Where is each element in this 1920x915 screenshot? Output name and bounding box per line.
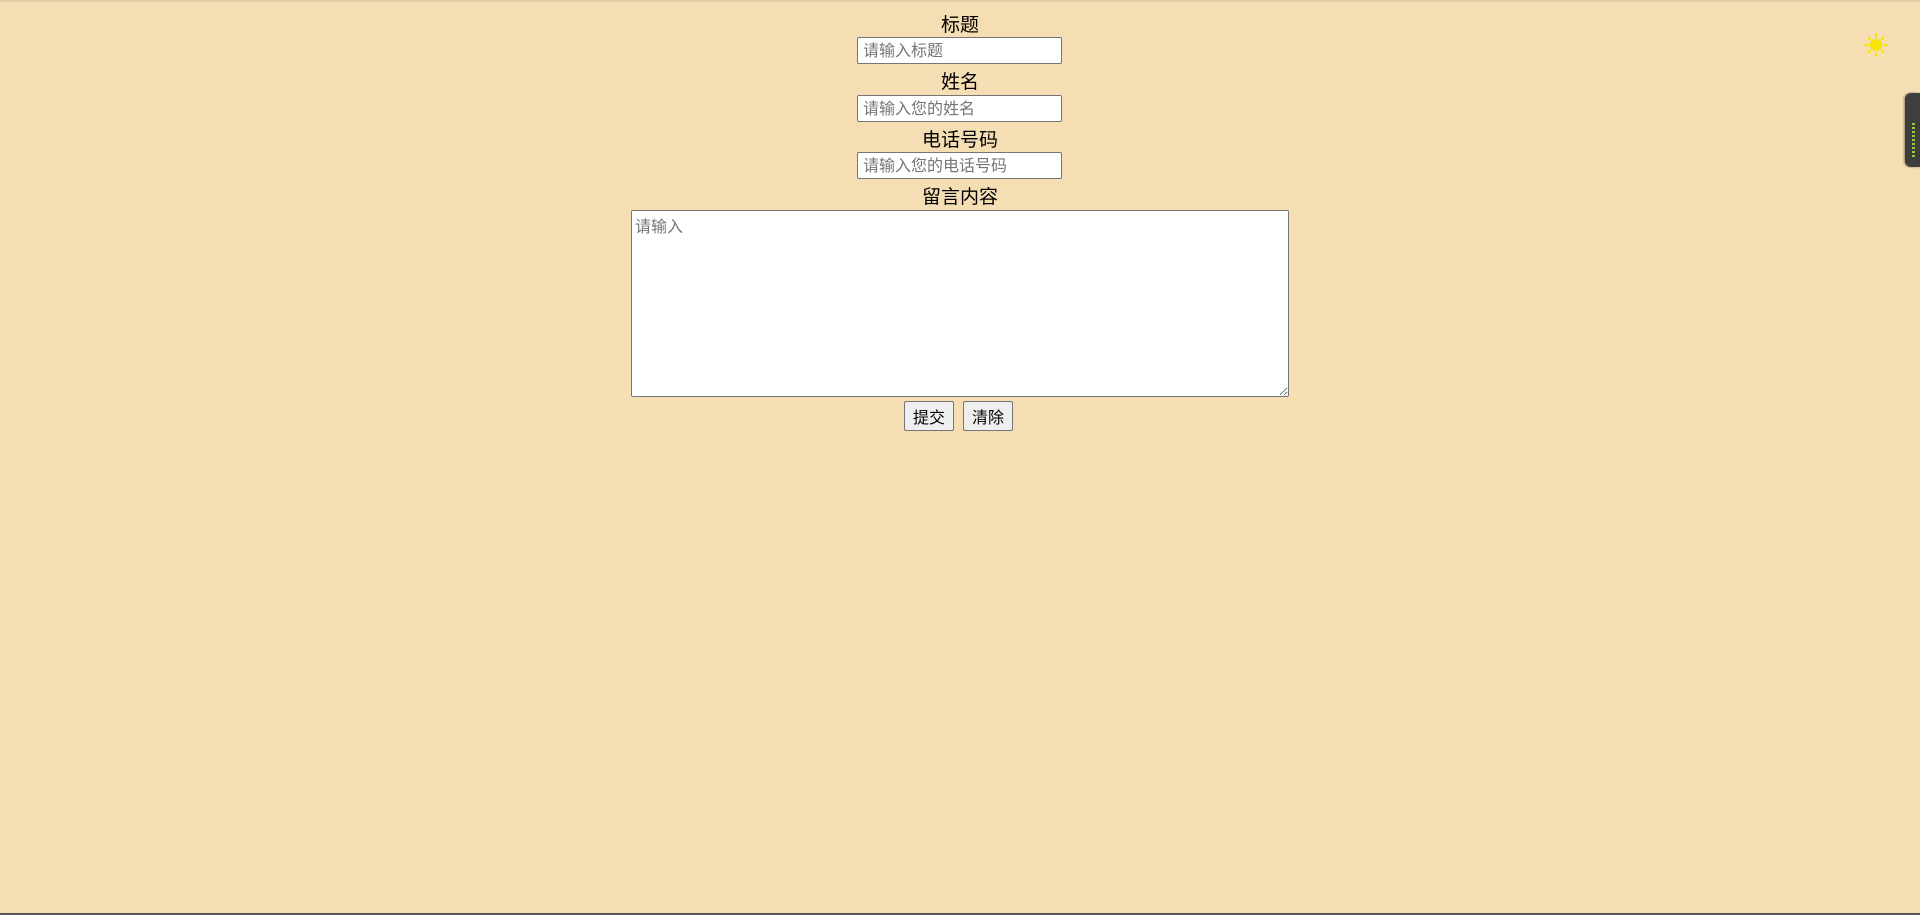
message-textarea[interactable] — [631, 210, 1289, 397]
submit-button[interactable]: 提交 — [904, 401, 955, 431]
sun-icon[interactable] — [1860, 33, 1892, 57]
top-border — [0, 0, 1920, 2]
phone-input[interactable] — [857, 152, 1062, 179]
sun-icon-graphic — [1864, 33, 1888, 57]
side-panel-handle[interactable] — [1905, 93, 1920, 167]
phone-label: 电话号码 — [921, 129, 998, 151]
title-label: 标题 — [940, 14, 979, 36]
level-meter — [1912, 123, 1915, 159]
title-input[interactable] — [857, 37, 1062, 64]
name-label: 姓名 — [940, 71, 979, 93]
message-label: 留言内容 — [921, 186, 998, 208]
name-input[interactable] — [857, 95, 1062, 122]
clear-button[interactable]: 清除 — [963, 401, 1014, 431]
